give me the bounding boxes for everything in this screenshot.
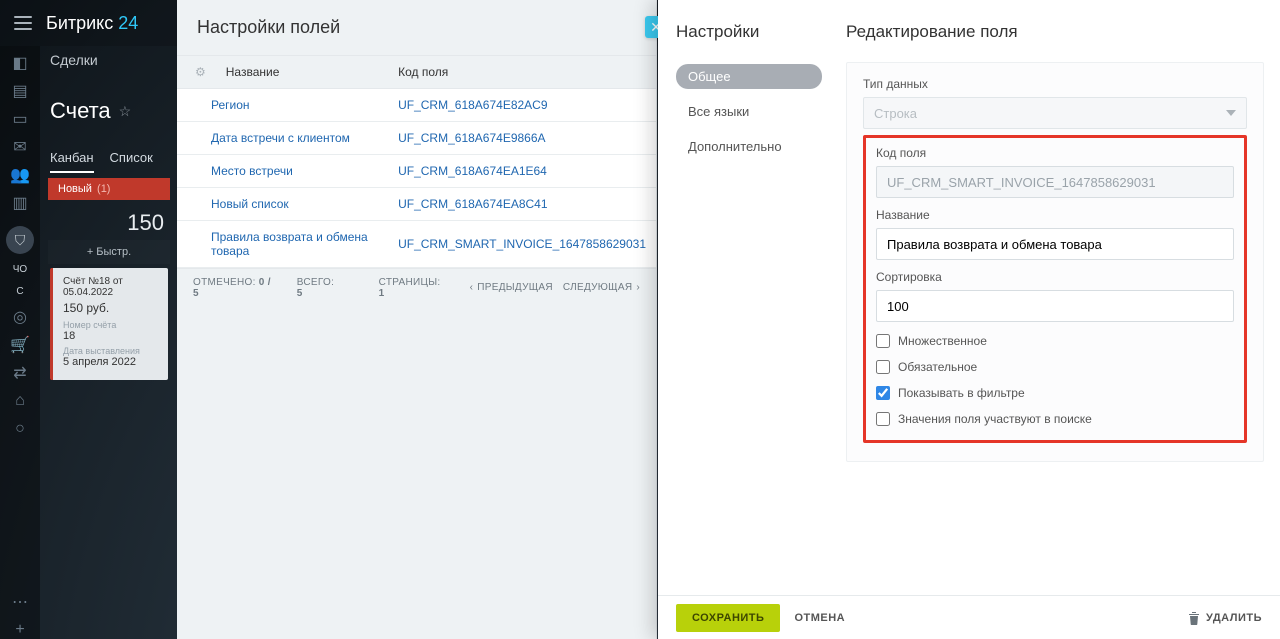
kanban-card[interactable]: Счёт №18 от 05.04.2022 150 руб. Номер сч…: [50, 268, 168, 380]
prev-page-button[interactable]: ‹ПРЕДЫДУЩАЯ: [470, 282, 553, 293]
name-input[interactable]: [876, 228, 1234, 260]
trash-icon: [1188, 611, 1200, 625]
star-icon[interactable]: ☆: [119, 103, 132, 120]
gear-icon[interactable]: ⚙: [195, 65, 206, 79]
stage-sum: 150: [48, 210, 170, 236]
nav-item-additional[interactable]: Дополнительно: [676, 134, 822, 159]
rail-icon[interactable]: ◧: [11, 54, 29, 72]
row-name-cell[interactable]: Дата встречи с клиентом: [177, 122, 388, 155]
filter-icon[interactable]: ⛉: [6, 226, 34, 254]
page-title: Счета: [50, 98, 111, 124]
form-title: Редактирование поля: [846, 22, 1264, 42]
cancel-button[interactable]: ОТМЕНА: [794, 612, 845, 624]
table-row[interactable]: РегионUF_CRM_618A674E82AC9: [177, 89, 656, 122]
rail-icon[interactable]: ▥: [11, 194, 29, 212]
delete-button[interactable]: УДАЛИТЬ: [1188, 611, 1262, 625]
col-code[interactable]: Код поля: [388, 56, 656, 89]
row-code-cell[interactable]: UF_CRM_SMART_INVOICE_1647858629031: [388, 221, 656, 268]
quick-add[interactable]: + Быстр.: [48, 240, 170, 264]
rail-label: ЧО: [13, 264, 27, 276]
page-title-row: Счета ☆: [50, 98, 131, 124]
table-row[interactable]: Дата встречи с клиентомUF_CRM_618A674E98…: [177, 122, 656, 155]
rail-icon[interactable]: ⌂: [11, 392, 29, 410]
label-name: Название: [876, 208, 1234, 222]
left-rail: ◧ ▤ ▭ ✉ 👥 ▥ ⛉ ЧО С ◎ 🛒 ⇄ ⌂ ○ ⋯ +: [0, 46, 40, 639]
rail-icon[interactable]: ▭: [11, 110, 29, 128]
row-name-cell[interactable]: Место встречи: [177, 155, 388, 188]
checkbox-show-in-filter[interactable]: Показывать в фильтре: [876, 386, 1234, 400]
plus-icon[interactable]: +: [11, 621, 29, 639]
row-code-cell[interactable]: UF_CRM_618A674E9866A: [388, 122, 656, 155]
label-type: Тип данных: [863, 77, 1247, 91]
panel-footer: СОХРАНИТЬ ОТМЕНА УДАЛИТЬ: [658, 595, 1280, 639]
next-page-button[interactable]: СЛЕДУЮЩАЯ›: [563, 282, 640, 293]
section-tab-deals[interactable]: Сделки: [50, 52, 98, 68]
brand-logo: Битрикс 24: [46, 13, 138, 34]
view-tabs: Канбан Список: [50, 150, 153, 173]
rail-icon[interactable]: ⋯: [11, 593, 29, 611]
settings-nav-title: Настройки: [676, 22, 822, 42]
row-name-cell[interactable]: Новый список: [177, 188, 388, 221]
table-row[interactable]: Место встречиUF_CRM_618A674EA1E64: [177, 155, 656, 188]
row-code-cell[interactable]: UF_CRM_618A674E82AC9: [388, 89, 656, 122]
row-name-cell[interactable]: Правила возврата и обмена товара: [177, 221, 388, 268]
label-sort: Сортировка: [876, 270, 1234, 284]
rail-icon[interactable]: 👥: [11, 166, 29, 184]
menu-icon[interactable]: [14, 16, 32, 30]
highlighted-region: Код поля Название Сортировка Множественн…: [863, 135, 1247, 443]
rail-label: С: [16, 286, 23, 298]
tab-list[interactable]: Список: [110, 150, 153, 173]
table-row[interactable]: Новый списокUF_CRM_618A674EA8C41: [177, 188, 656, 221]
rail-icon[interactable]: ⇄: [11, 364, 29, 382]
panel-title: Настройки полей: [197, 17, 340, 38]
rail-icon[interactable]: ◎: [11, 308, 29, 326]
tab-kanban[interactable]: Канбан: [50, 150, 94, 173]
checkbox-multiple[interactable]: Множественное: [876, 334, 1234, 348]
checkbox-required[interactable]: Обязательное: [876, 360, 1234, 374]
table-row[interactable]: Правила возврата и обмена товараUF_CRM_S…: [177, 221, 656, 268]
nav-item-languages[interactable]: Все языки: [676, 99, 822, 124]
label-code: Код поля: [876, 146, 1234, 160]
checkbox-in-search[interactable]: Значения поля участвуют в поиске: [876, 412, 1234, 426]
row-code-cell[interactable]: UF_CRM_618A674EA8C41: [388, 188, 656, 221]
field-edit-panel: Настройки Общее Все языки Дополнительно …: [658, 0, 1280, 639]
fields-list-panel: Настройки полей ✕ ⚙ Название Код поля Ре…: [177, 0, 657, 639]
rail-icon[interactable]: ○: [11, 420, 29, 438]
settings-nav: Настройки Общее Все языки Дополнительно: [658, 0, 838, 595]
rail-icon[interactable]: ▤: [11, 82, 29, 100]
table-footer: ОТМЕЧЕНО: 0 / 5 ВСЕГО: 5 СТРАНИЦЫ: 1 ‹ПР…: [177, 268, 656, 306]
row-code-cell[interactable]: UF_CRM_618A674EA1E64: [388, 155, 656, 188]
card-title: Счёт №18 от 05.04.2022: [63, 276, 158, 298]
type-select: Строка: [863, 97, 1247, 129]
rail-icon[interactable]: 🛒: [11, 336, 29, 354]
kanban-stage-header[interactable]: Новый (1): [48, 178, 170, 200]
save-button[interactable]: СОХРАНИТЬ: [676, 604, 780, 632]
rail-icon[interactable]: ✉: [11, 138, 29, 156]
sort-input[interactable]: [876, 290, 1234, 322]
nav-item-general[interactable]: Общее: [676, 64, 822, 89]
code-input: [876, 166, 1234, 198]
card-price: 150 руб.: [63, 301, 158, 315]
col-name[interactable]: Название: [216, 56, 388, 89]
panel-header: Настройки полей ✕: [177, 0, 656, 56]
fields-table: ⚙ Название Код поля РегионUF_CRM_618A674…: [177, 56, 656, 268]
row-name-cell[interactable]: Регион: [177, 89, 388, 122]
form-card: Тип данных Строка Код поля Название Сорт…: [846, 62, 1264, 462]
